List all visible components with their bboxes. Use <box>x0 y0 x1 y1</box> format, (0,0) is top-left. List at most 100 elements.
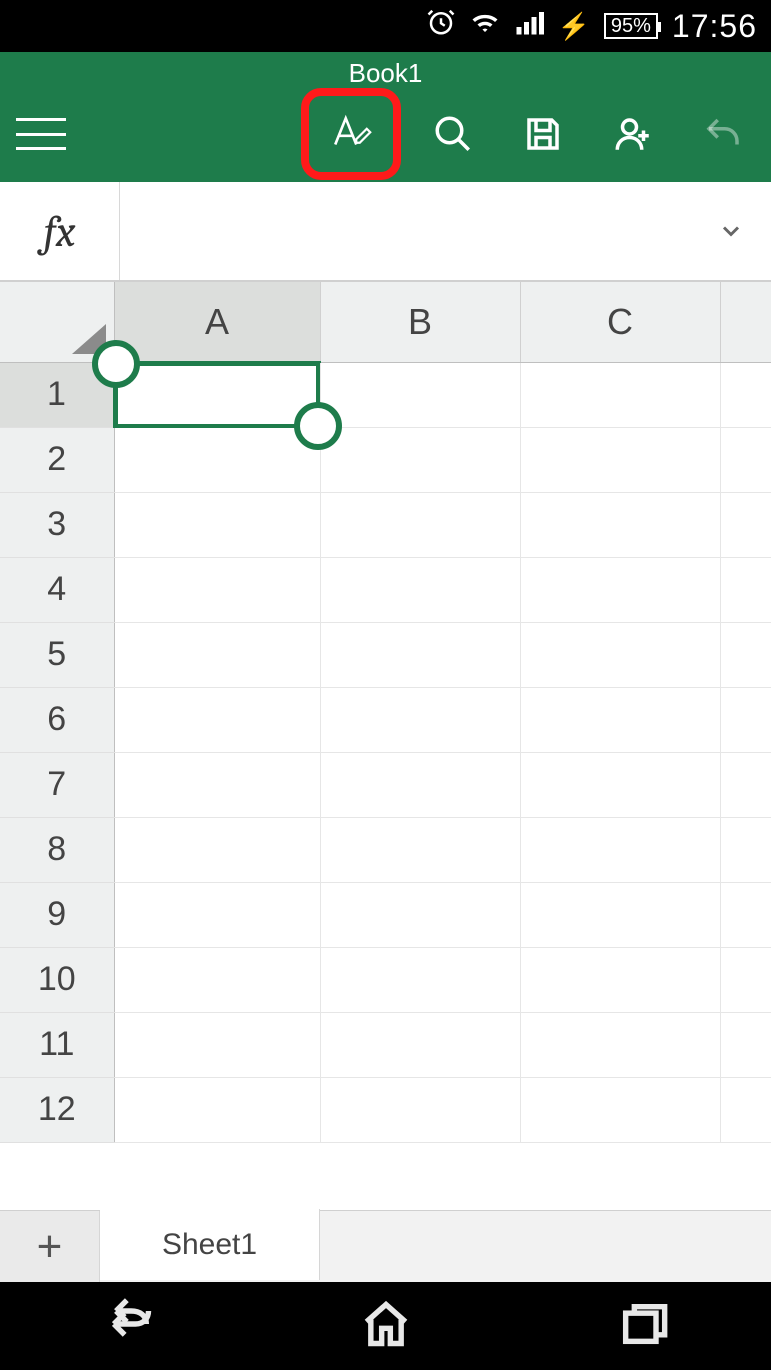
column-header-a[interactable]: A <box>114 282 320 362</box>
share-button[interactable] <box>601 102 665 166</box>
cell[interactable] <box>114 752 320 817</box>
android-nav-bar <box>0 1282 771 1370</box>
status-bar: ⚡ 95% 17:56 <box>0 0 771 52</box>
select-all-corner[interactable] <box>0 282 114 362</box>
cell[interactable] <box>520 1012 720 1077</box>
formula-input[interactable] <box>120 182 691 280</box>
cell[interactable] <box>114 947 320 1012</box>
cell[interactable] <box>720 817 771 882</box>
cell[interactable] <box>520 752 720 817</box>
screen: ⚡ 95% 17:56 Book1 <box>0 0 771 1370</box>
row-header[interactable]: 8 <box>0 817 114 882</box>
cell[interactable] <box>320 557 520 622</box>
wifi-icon <box>470 7 500 45</box>
row-header[interactable]: 7 <box>0 752 114 817</box>
column-header-d[interactable] <box>720 282 771 362</box>
cell[interactable] <box>520 362 720 427</box>
row-header[interactable]: 3 <box>0 492 114 557</box>
fx-label[interactable]: fx <box>0 182 120 280</box>
cell[interactable] <box>720 947 771 1012</box>
cell[interactable] <box>520 1077 720 1142</box>
highlight-annotation <box>301 88 401 180</box>
cell[interactable] <box>520 882 720 947</box>
cell[interactable] <box>114 817 320 882</box>
cell[interactable] <box>520 557 720 622</box>
cell[interactable] <box>720 1077 771 1142</box>
row-header[interactable]: 1 <box>0 362 114 427</box>
row-header[interactable]: 12 <box>0 1077 114 1142</box>
charging-icon: ⚡ <box>558 11 590 42</box>
column-header-b[interactable]: B <box>320 282 520 362</box>
undo-button[interactable] <box>691 102 755 166</box>
cell[interactable] <box>520 492 720 557</box>
cell[interactable] <box>520 687 720 752</box>
recents-icon <box>617 1298 669 1350</box>
cell[interactable] <box>114 1012 320 1077</box>
cell[interactable] <box>720 622 771 687</box>
cell[interactable] <box>520 947 720 1012</box>
row-header[interactable]: 11 <box>0 1012 114 1077</box>
row-header[interactable]: 2 <box>0 427 114 492</box>
clock: 17:56 <box>672 8 757 45</box>
cell[interactable] <box>114 492 320 557</box>
column-header-c[interactable]: C <box>520 282 720 362</box>
cell[interactable] <box>114 882 320 947</box>
cell[interactable] <box>320 882 520 947</box>
cell[interactable] <box>320 427 520 492</box>
back-button[interactable] <box>103 1298 155 1355</box>
cell[interactable] <box>720 427 771 492</box>
alarm-icon <box>426 7 456 45</box>
cell[interactable] <box>320 492 520 557</box>
row-header[interactable]: 9 <box>0 882 114 947</box>
spreadsheet-grid[interactable]: A B C 1 2 3 4 5 6 7 8 9 10 11 12 <box>0 282 771 1210</box>
signal-icon <box>514 7 544 45</box>
cell[interactable] <box>720 1012 771 1077</box>
cell[interactable] <box>720 752 771 817</box>
chevron-down-icon <box>717 217 745 245</box>
back-icon <box>103 1298 155 1350</box>
cell[interactable] <box>114 1077 320 1142</box>
cell[interactable] <box>520 817 720 882</box>
row-header[interactable]: 5 <box>0 622 114 687</box>
row-header[interactable]: 6 <box>0 687 114 752</box>
toolbar <box>0 86 771 182</box>
save-button[interactable] <box>511 102 575 166</box>
cell[interactable] <box>320 817 520 882</box>
save-icon <box>522 113 564 155</box>
cell[interactable] <box>114 687 320 752</box>
recents-button[interactable] <box>617 1298 669 1355</box>
cell[interactable] <box>520 427 720 492</box>
cell[interactable] <box>720 882 771 947</box>
home-button[interactable] <box>360 1298 412 1355</box>
formula-bar: fx <box>0 182 771 282</box>
document-title: Book1 <box>0 52 771 86</box>
app-header: Book1 <box>0 52 771 182</box>
cell[interactable] <box>720 687 771 752</box>
cell[interactable] <box>520 622 720 687</box>
cell[interactable] <box>320 1077 520 1142</box>
cell[interactable] <box>114 622 320 687</box>
sheet-tab[interactable]: Sheet1 <box>100 1209 320 1280</box>
font-edit-button[interactable] <box>319 102 383 166</box>
cell[interactable] <box>320 622 520 687</box>
cell[interactable] <box>320 947 520 1012</box>
row-header[interactable]: 4 <box>0 557 114 622</box>
cell[interactable] <box>720 557 771 622</box>
undo-icon <box>702 113 744 155</box>
cell[interactable] <box>320 752 520 817</box>
home-icon <box>360 1298 412 1350</box>
cell[interactable] <box>720 362 771 427</box>
cell[interactable] <box>114 427 320 492</box>
menu-button[interactable] <box>16 114 66 154</box>
cell[interactable] <box>320 687 520 752</box>
add-sheet-button[interactable]: + <box>0 1211 100 1282</box>
search-button[interactable] <box>421 102 485 166</box>
row-header[interactable]: 10 <box>0 947 114 1012</box>
cell[interactable] <box>114 557 320 622</box>
expand-formula-button[interactable] <box>691 182 771 280</box>
cell[interactable] <box>720 492 771 557</box>
cell[interactable] <box>320 362 520 427</box>
cell[interactable] <box>114 362 320 427</box>
cell[interactable] <box>320 1012 520 1077</box>
sheet-tab-bar: + Sheet1 <box>0 1210 771 1282</box>
